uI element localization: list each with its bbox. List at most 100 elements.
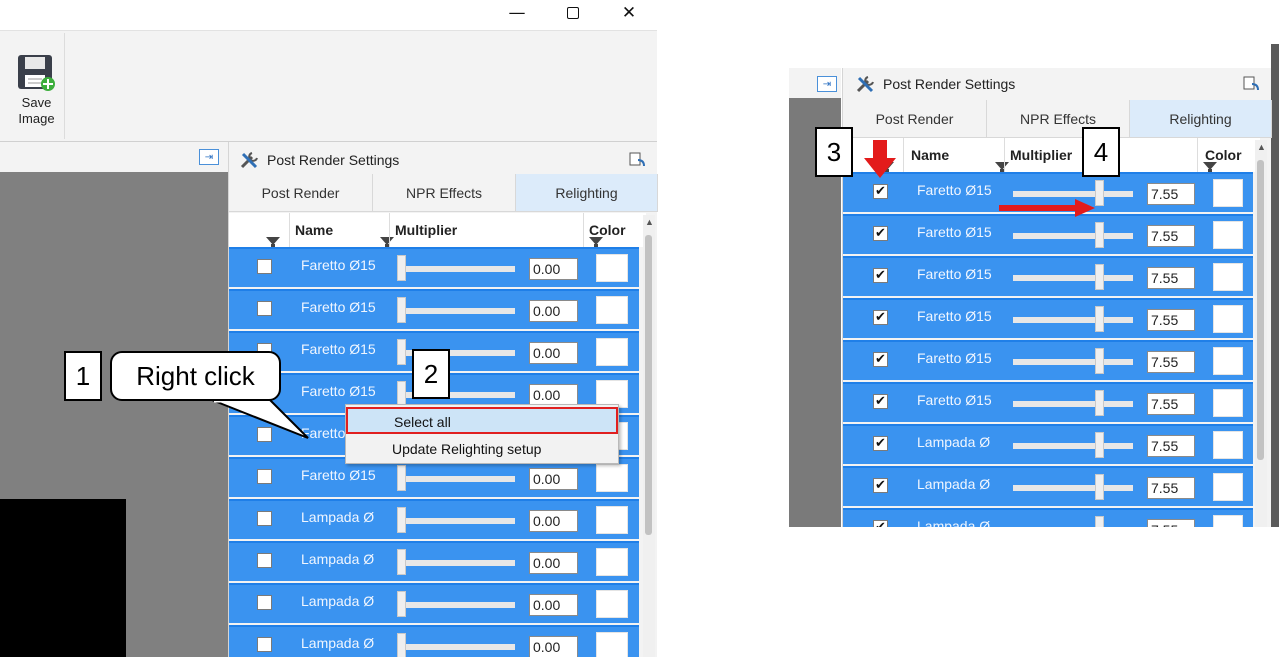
multiplier-slider-track[interactable] — [397, 602, 515, 608]
color-swatch[interactable] — [596, 464, 628, 492]
table-row[interactable]: ✔ Faretto Ø15 7.55 — [843, 214, 1253, 254]
multiplier-value-input[interactable]: 7.55 — [1147, 267, 1195, 289]
multiplier-slider-thumb[interactable] — [1095, 432, 1104, 458]
table-row[interactable]: ✔ Faretto Ø15 7.55 — [843, 256, 1253, 296]
column-multiplier[interactable]: Multiplier — [1010, 147, 1072, 163]
column-name[interactable]: Name — [295, 222, 333, 238]
menu-item-select-all[interactable]: Select all — [346, 407, 618, 434]
scroll-up-icon[interactable]: ▲ — [645, 217, 654, 227]
close-icon[interactable]: ✕ — [606, 0, 652, 26]
row-checkbox[interactable] — [257, 469, 272, 484]
vertical-scrollbar[interactable]: ▲ — [1255, 140, 1267, 527]
multiplier-slider-thumb[interactable] — [1095, 390, 1104, 416]
column-color[interactable]: Color — [589, 222, 626, 238]
multiplier-slider-thumb[interactable] — [397, 255, 406, 281]
multiplier-slider-track[interactable] — [397, 266, 515, 272]
multiplier-value-input[interactable]: 7.55 — [1147, 351, 1195, 373]
multiplier-value-input[interactable]: 7.55 — [1147, 393, 1195, 415]
multiplier-slider-track[interactable] — [1013, 443, 1133, 449]
multiplier-slider-track[interactable] — [397, 644, 515, 650]
column-color[interactable]: Color — [1205, 147, 1242, 163]
multiplier-slider-thumb[interactable] — [1095, 348, 1104, 374]
color-swatch[interactable] — [1213, 389, 1243, 417]
tab-relighting[interactable]: Relighting — [1130, 100, 1272, 138]
table-row[interactable]: ✔ Lampada Ø 7.55 — [843, 508, 1253, 527]
panel-options-icon[interactable] — [627, 150, 647, 170]
multiplier-value-input[interactable]: 7.55 — [1147, 183, 1195, 205]
color-swatch[interactable] — [1213, 431, 1243, 459]
tab-post-render[interactable]: Post Render — [229, 174, 373, 212]
color-swatch[interactable] — [596, 338, 628, 366]
multiplier-slider-track[interactable] — [1013, 359, 1133, 365]
scroll-up-icon[interactable]: ▲ — [1257, 142, 1266, 152]
row-checkbox[interactable] — [257, 301, 272, 316]
scrollbar-thumb[interactable] — [645, 235, 652, 535]
color-swatch[interactable] — [596, 548, 628, 576]
tab-relighting[interactable]: Relighting — [516, 174, 658, 212]
panel-options-icon[interactable] — [1241, 74, 1261, 94]
filter-icon[interactable] — [266, 237, 280, 252]
multiplier-value-input[interactable]: 0.00 — [529, 552, 578, 574]
multiplier-slider-thumb[interactable] — [397, 633, 406, 657]
multiplier-slider-thumb[interactable] — [1095, 264, 1104, 290]
table-row[interactable]: Lampada Ø 0.00 — [229, 499, 639, 539]
tab-npr-effects[interactable]: NPR Effects — [373, 174, 516, 212]
color-swatch[interactable] — [596, 506, 628, 534]
multiplier-slider-track[interactable] — [397, 308, 515, 314]
vertical-scrollbar[interactable]: ▲ — [643, 215, 655, 657]
multiplier-slider-thumb[interactable] — [397, 507, 406, 533]
multiplier-slider-track[interactable] — [1013, 317, 1133, 323]
multiplier-slider-track[interactable] — [1013, 191, 1133, 197]
minimize-icon[interactable]: — — [494, 0, 540, 26]
table-row[interactable]: Lampada Ø 0.00 — [229, 541, 639, 581]
row-checkbox[interactable]: ✔ — [873, 394, 888, 409]
color-swatch[interactable] — [596, 254, 628, 282]
row-checkbox[interactable] — [257, 595, 272, 610]
multiplier-slider-thumb[interactable] — [1095, 180, 1104, 206]
multiplier-value-input[interactable]: 0.00 — [529, 342, 578, 364]
tab-post-render[interactable]: Post Render — [843, 100, 987, 138]
scrollbar-thumb[interactable] — [1257, 160, 1264, 460]
color-swatch[interactable] — [596, 590, 628, 618]
color-swatch[interactable] — [1213, 347, 1243, 375]
multiplier-slider-track[interactable] — [1013, 401, 1133, 407]
multiplier-slider-track[interactable] — [1013, 275, 1133, 281]
multiplier-slider-thumb[interactable] — [397, 591, 406, 617]
color-swatch[interactable] — [1213, 263, 1243, 291]
multiplier-value-input[interactable]: 7.55 — [1147, 435, 1195, 457]
row-checkbox[interactable]: ✔ — [873, 520, 888, 527]
table-row[interactable]: ✔ Faretto Ø15 7.55 — [843, 298, 1253, 338]
multiplier-slider-track[interactable] — [397, 476, 515, 482]
multiplier-slider-thumb[interactable] — [1095, 516, 1104, 527]
row-checkbox[interactable]: ✔ — [873, 310, 888, 325]
multiplier-slider-track[interactable] — [397, 560, 515, 566]
multiplier-value-input[interactable]: 0.00 — [529, 468, 578, 490]
color-swatch[interactable] — [1213, 515, 1243, 527]
color-swatch[interactable] — [1213, 473, 1243, 501]
table-row[interactable]: ✔ Lampada Ø 7.55 — [843, 466, 1253, 506]
dock-icon[interactable]: ⇥ — [817, 76, 837, 92]
row-checkbox[interactable] — [257, 637, 272, 652]
multiplier-value-input[interactable]: 0.00 — [529, 300, 578, 322]
multiplier-slider-thumb[interactable] — [397, 549, 406, 575]
multiplier-slider-thumb[interactable] — [1095, 474, 1104, 500]
row-checkbox[interactable]: ✔ — [873, 436, 888, 451]
multiplier-value-input[interactable]: 0.00 — [529, 594, 578, 616]
table-row[interactable]: Lampada Ø 0.00 — [229, 625, 639, 657]
row-checkbox[interactable]: ✔ — [873, 184, 888, 199]
multiplier-value-input[interactable]: 7.55 — [1147, 477, 1195, 499]
multiplier-slider-track[interactable] — [1013, 485, 1133, 491]
row-checkbox[interactable]: ✔ — [873, 478, 888, 493]
multiplier-value-input[interactable]: 0.00 — [529, 636, 578, 657]
row-checkbox[interactable] — [257, 259, 272, 274]
color-swatch[interactable] — [596, 632, 628, 657]
multiplier-slider-thumb[interactable] — [1095, 222, 1104, 248]
menu-item-update-relighting-setup[interactable]: Update Relighting setup — [346, 436, 618, 463]
filter-icon[interactable] — [589, 237, 603, 252]
multiplier-value-input[interactable]: 7.55 — [1147, 309, 1195, 331]
multiplier-value-input[interactable]: 7.55 — [1147, 225, 1195, 247]
multiplier-slider-thumb[interactable] — [397, 465, 406, 491]
table-row[interactable]: Faretto Ø15 0.00 — [229, 289, 639, 329]
row-checkbox[interactable]: ✔ — [873, 352, 888, 367]
multiplier-value-input[interactable]: 0.00 — [529, 384, 578, 406]
